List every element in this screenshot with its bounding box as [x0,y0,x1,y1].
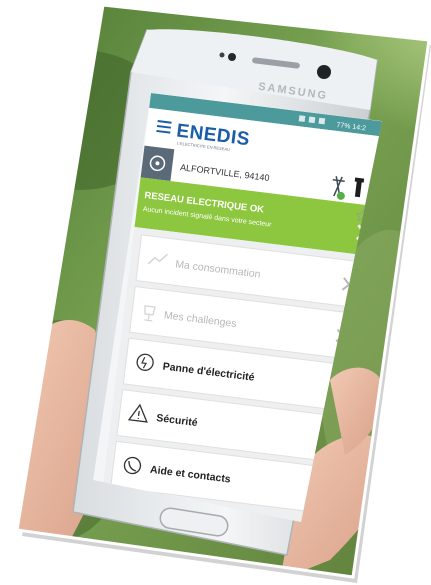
photo: SAMSUNG 77% 14:2 ENEDIS L'ELECTRICITE EN… [15,3,431,583]
hamburger-menu-icon[interactable] [156,120,172,134]
